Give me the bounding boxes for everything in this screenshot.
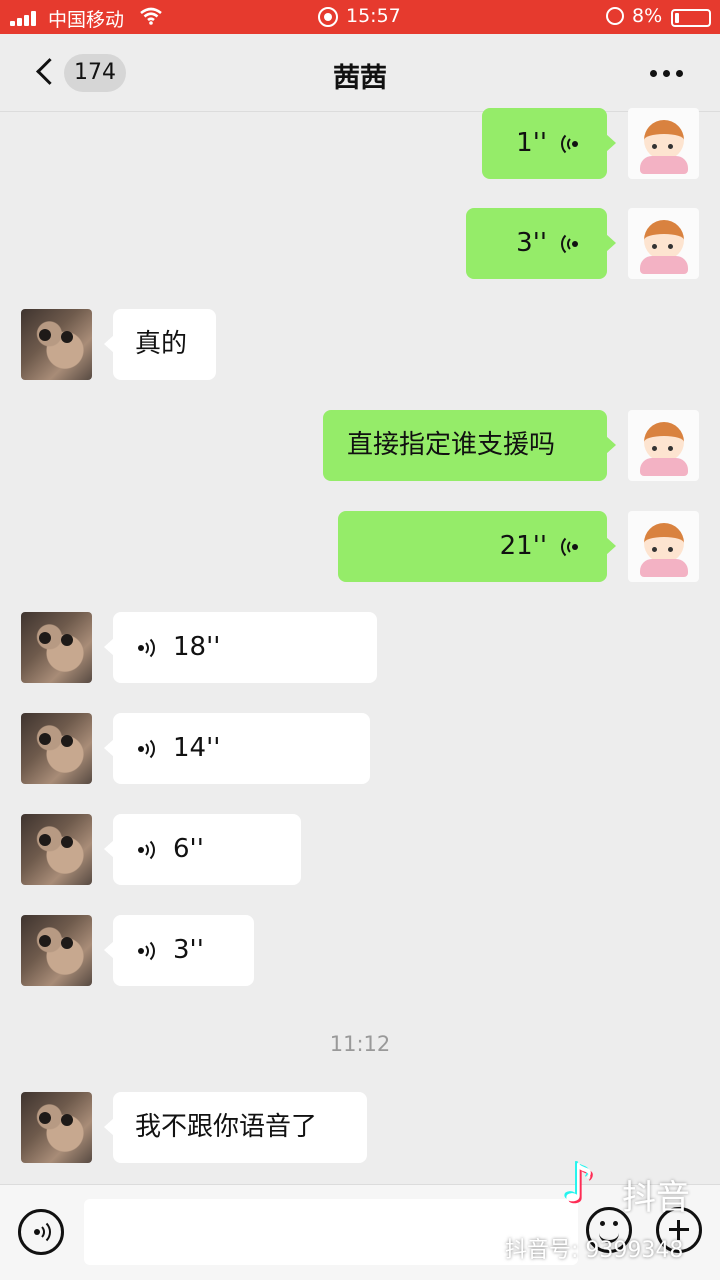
text-message-bubble[interactable]: 直接指定谁支援吗 [323,410,616,481]
contact-avatar[interactable] [21,713,92,784]
contact-avatar[interactable] [21,915,92,986]
contact-avatar[interactable] [21,309,92,380]
voice-message-bubble[interactable]: 1'' [482,108,616,179]
text-message-bubble[interactable]: 我不跟你语音了 [104,1092,367,1163]
my-avatar[interactable] [628,511,699,582]
voice-message-bubble[interactable]: 3'' [104,915,254,986]
voice-message-bubble[interactable]: 18'' [104,612,377,683]
text-message-bubble[interactable]: 真的 [104,309,216,380]
voice-duration: 3'' [516,228,547,258]
watermark-account-id: 抖音号: 9399348 [505,1238,684,1263]
contact-avatar[interactable] [21,612,92,683]
watermark-brand: 抖音 [622,1178,690,1218]
voice-toggle-icon [33,1219,57,1245]
message-text: 真的 [135,329,188,359]
message-input[interactable] [84,1199,578,1265]
voice-wave-icon [137,938,161,964]
message-timestamp: 11:12 [329,1032,391,1056]
rotation-lock-icon [606,7,624,25]
voice-message-bubble[interactable]: 21'' [338,511,616,582]
signal-icon [10,10,40,26]
voice-wave-icon [555,231,579,257]
voice-wave-icon [555,131,579,157]
voice-message-bubble[interactable]: 6'' [104,814,301,885]
chat-header: 174 茜茜 [0,34,720,112]
voice-message-bubble[interactable]: 14'' [104,713,370,784]
contact-avatar[interactable] [21,814,92,885]
status-bar: 中国移动 15:57 8% [0,0,720,34]
contact-avatar[interactable] [21,1092,92,1163]
carrier-label: 中国移动 [48,9,125,31]
my-avatar[interactable] [628,108,699,179]
battery-percent: 8% [632,5,663,27]
wifi-icon [140,7,162,30]
my-avatar[interactable] [628,208,699,279]
clock: 15:57 [346,5,401,27]
my-avatar[interactable] [628,410,699,481]
screen-record-icon [318,7,338,27]
voice-wave-icon [137,635,161,661]
more-dots-icon [650,70,657,77]
voice-duration: 21'' [499,531,547,561]
voice-toggle-button[interactable] [18,1209,64,1255]
message-text: 我不跟你语音了 [135,1112,318,1142]
more-button[interactable] [646,70,686,80]
voice-wave-icon [137,736,161,762]
message-text: 直接指定谁支援吗 [347,430,556,460]
voice-wave-icon [555,534,579,560]
voice-duration: 1'' [516,128,547,158]
voice-message-bubble[interactable]: 3'' [466,208,616,279]
voice-wave-icon [137,837,161,863]
battery-icon [671,9,711,27]
tiktok-logo-icon [562,1154,602,1214]
chat-title: 茜茜 [333,63,387,94]
